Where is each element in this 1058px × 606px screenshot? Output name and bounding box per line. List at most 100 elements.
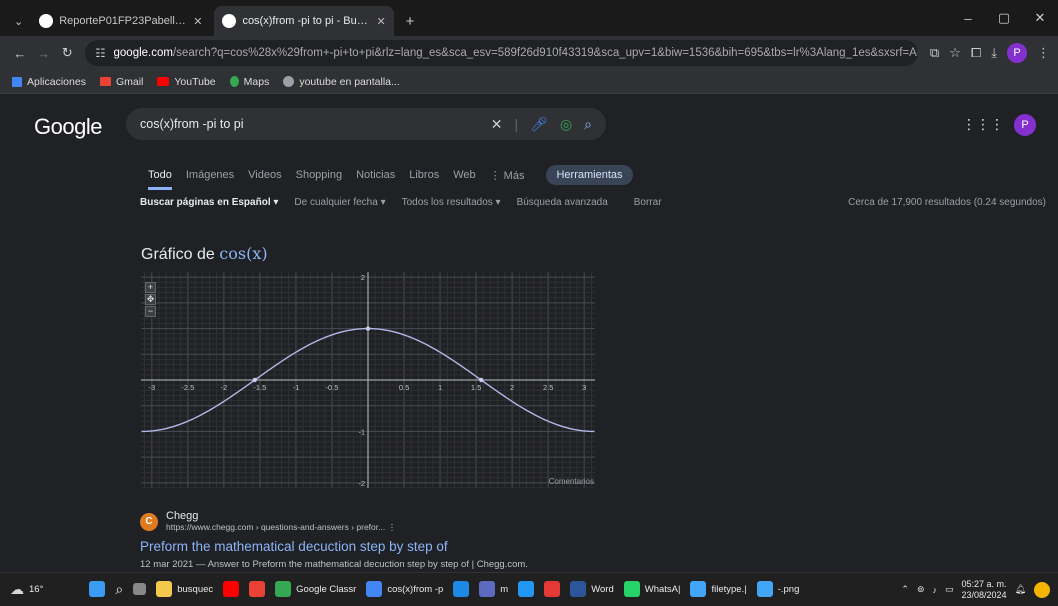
taskbar-app-label: Google Classr — [296, 583, 357, 595]
copilot-icon[interactable] — [1034, 581, 1050, 598]
battery-icon[interactable]: ▭ — [945, 584, 954, 595]
tab-web[interactable]: Web — [453, 169, 475, 181]
taskbar-app-label: WhatsA| — [644, 583, 681, 595]
taskbar-app[interactable]: -.png — [756, 581, 799, 597]
star-icon[interactable]: ☆ — [949, 45, 961, 61]
extensions-icon[interactable]: ⧠ — [971, 45, 981, 61]
x-tick-label: -3 — [148, 383, 155, 392]
bookmark-maps[interactable]: Maps — [229, 75, 270, 88]
x-tick-label: 3 — [582, 383, 586, 392]
reload-icon[interactable]: ↻ — [55, 45, 79, 61]
tab-mas[interactable]: ⋮ Más — [490, 169, 525, 182]
clear-icon[interactable]: ✕ — [491, 116, 503, 133]
weather-cloud-icon: ☁ — [10, 580, 24, 597]
tab-libros[interactable]: Libros — [409, 169, 439, 181]
taskbar-app[interactable]: WhatsA| — [623, 581, 681, 597]
taskbar-app[interactable]: m — [479, 581, 508, 597]
tab-list-menu[interactable]: ⌄ — [10, 6, 27, 36]
tab-noticias[interactable]: Noticias — [356, 169, 395, 181]
clear-filters-link[interactable]: Borrar — [634, 197, 662, 208]
tab-imagenes[interactable]: Imágenes — [186, 169, 234, 181]
volume-icon[interactable]: ♪ — [933, 585, 938, 595]
result-source[interactable]: C Chegg https://www.chegg.com › question… — [140, 510, 528, 533]
system-tray: ⌃ ⊚ ♪ ▭ 05:27 a. m. 23/08/2024 🔔︎ — [901, 573, 1050, 606]
menu-icon[interactable]: ⋮ — [1037, 45, 1050, 61]
tab-reporte[interactable]: ReporteP01FP23PabelloSantosE ✕ — [31, 6, 210, 36]
download-icon[interactable]: ⤓ — [991, 45, 997, 61]
back-arrow-icon[interactable]: ← — [8, 46, 32, 61]
taskbar-app[interactable]: cos(x)from -p — [366, 581, 443, 597]
microphone-icon[interactable]: 🎤︎ — [530, 116, 548, 133]
lens-icon[interactable]: ◎ — [560, 116, 572, 133]
browser-toolbar: ← → ↻ ☷ google.com /search?q=cos%28x%29f… — [0, 36, 1058, 70]
app-icon — [623, 581, 640, 597]
notification-bell-icon[interactable]: 🔔︎ — [1015, 584, 1026, 595]
weather-widget[interactable]: ☁ 16° — [10, 581, 43, 598]
taskbar-app[interactable]: filetype.| — [690, 581, 747, 597]
bookmark-youtube[interactable]: YouTube — [157, 76, 216, 88]
google-logo[interactable]: Google — [34, 114, 102, 140]
apps-grid-icon[interactable]: ⋮⋮⋮ — [962, 116, 1004, 133]
google-account-avatar[interactable]: P — [1014, 114, 1036, 136]
x-tick-label: 2.5 — [543, 383, 553, 392]
result-title-link[interactable]: Preform the mathematical decuction step … — [140, 539, 528, 554]
minimize-button[interactable]: – — [950, 0, 986, 36]
tab-todo[interactable]: Todo — [148, 169, 172, 190]
close-icon[interactable]: ✕ — [376, 15, 385, 28]
taskbar-app[interactable]: Google Classr — [275, 581, 356, 597]
app-icon — [249, 581, 266, 597]
clock-date: 23/08/2024 — [961, 589, 1007, 600]
clock[interactable]: 05:27 a. m. 23/08/2024 — [962, 579, 1007, 601]
profile-avatar[interactable]: P — [1007, 43, 1028, 63]
search-box-icons: ✕ | 🎤︎ ◎ ⌕ — [491, 116, 592, 133]
search-taskbar-button[interactable]: ⌕ — [115, 581, 123, 598]
pan-icon[interactable]: ✥ — [145, 294, 156, 305]
search-icon[interactable]: ⌕ — [584, 116, 592, 133]
bookmark-gmail[interactable]: Gmail — [99, 76, 143, 88]
search-box[interactable]: cos(x)from -pi to pi ✕ | 🎤︎ ◎ ⌕ — [126, 108, 606, 140]
close-icon[interactable]: ✕ — [193, 15, 202, 28]
taskbar-app[interactable]: Word — [570, 581, 614, 597]
site-info-icon[interactable]: ☷ — [95, 46, 105, 60]
x-tick-label: 2 — [510, 383, 514, 392]
tab-shopping[interactable]: Shopping — [296, 169, 343, 181]
taskbar-app[interactable]: busquec — [156, 581, 213, 597]
bookmark-aplicaciones[interactable]: Aplicaciones — [12, 76, 86, 88]
gmail-icon — [99, 77, 111, 86]
results-stats: Cerca de 17,900 resultados (0.24 segundo… — [848, 197, 1046, 208]
advanced-search-link[interactable]: Búsqueda avanzada — [517, 197, 608, 208]
restore-button[interactable]: ▢ — [986, 0, 1022, 36]
search-input[interactable]: cos(x)from -pi to pi — [140, 117, 491, 131]
search-filters: Buscar páginas en Español ▾ De cualquier… — [140, 197, 662, 208]
graph-svg[interactable]: -3 -2.5 -2 -1.5 -1 -0.5 0.5 1 1.5 2 2.5 3 2 -1 -2 — [141, 272, 595, 488]
address-bar[interactable]: ☷ google.com /search?q=cos%28x%29from+-p… — [85, 40, 918, 66]
taskbar-app[interactable] — [223, 581, 240, 597]
tab-google-search[interactable]: cos(x)from -pi to pi - Buscar con ✕ — [214, 6, 394, 36]
taskbar-app[interactable] — [518, 581, 535, 597]
start-button[interactable] — [89, 581, 106, 597]
task-view-button[interactable] — [133, 583, 147, 595]
tools-button[interactable]: Herramientas — [546, 165, 633, 185]
zoom-in-button[interactable]: + — [145, 282, 156, 293]
bookmark-label: Maps — [243, 75, 270, 88]
chevron-up-icon[interactable]: ⌃ — [901, 584, 909, 595]
share-icon[interactable]: ⧉ — [930, 45, 939, 61]
close-window-button[interactable]: ✕ — [1022, 0, 1058, 36]
taskbar-app[interactable] — [453, 581, 470, 597]
wifi-icon[interactable]: ⊚ — [917, 584, 925, 595]
graph-point — [365, 326, 371, 331]
function-graph[interactable]: -3 -2.5 -2 -1.5 -1 -0.5 0.5 1 1.5 2 2.5 3 2 -1 -2 + ✥ … — [141, 272, 595, 488]
app-icon — [570, 581, 587, 597]
bookmark-youtube-pantalla[interactable]: youtube en pantalla... — [283, 76, 400, 88]
forward-arrow-icon[interactable]: → — [32, 46, 56, 61]
tab-videos[interactable]: Videos — [248, 169, 281, 181]
taskbar-app[interactable] — [249, 581, 266, 597]
filter-language[interactable]: Buscar páginas en Español ▾ — [140, 197, 278, 208]
new-tab-button[interactable]: + — [398, 6, 423, 36]
taskbar-app[interactable] — [544, 581, 561, 597]
comments-link[interactable]: Comentarios — [549, 477, 594, 486]
y-tick-label: 2 — [361, 273, 365, 282]
filter-results[interactable]: Todos los resultados ▾ — [402, 197, 501, 208]
zoom-out-button[interactable]: − — [145, 306, 156, 317]
filter-date[interactable]: De cualquier fecha ▾ — [294, 197, 385, 208]
